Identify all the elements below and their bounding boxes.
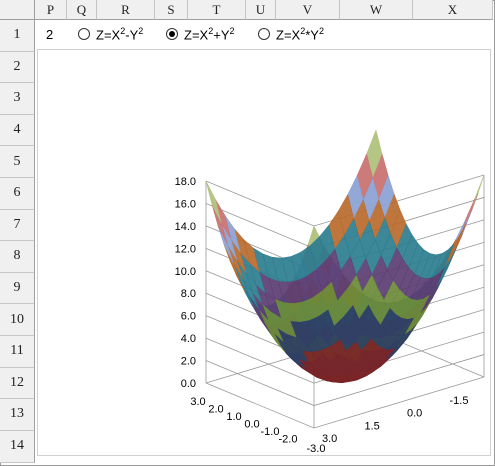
- y-tick-label: 0.0: [407, 408, 422, 420]
- z-tick-label: 0.0: [181, 378, 196, 390]
- row-header-10[interactable]: 10: [0, 304, 35, 336]
- y-tick-label: -1.5: [450, 395, 469, 407]
- option-x2-plus-y2[interactable]: Z=X2+Y2: [166, 26, 235, 42]
- option-label: Z=X2*Y2: [276, 26, 324, 43]
- y-tick-label: 3.0: [322, 433, 337, 445]
- option-label: Z=X2+Y2: [184, 26, 235, 43]
- surface-chart-svg: 0.02.04.06.08.010.012.014.016.018.03.02.…: [175, 129, 495, 455]
- option-x2-minus-y2[interactable]: Z=X2-Y2: [78, 26, 143, 42]
- z-tick-label: 8.0: [181, 288, 196, 300]
- row-header-14[interactable]: 14: [0, 430, 35, 463]
- column-header-q[interactable]: Q: [67, 0, 97, 20]
- x-tick-label: 2.0: [208, 404, 223, 416]
- x-tick-label: 1.0: [226, 411, 241, 423]
- surface-patch: [205, 180, 222, 224]
- column-header-s[interactable]: S: [155, 0, 188, 20]
- cell-p2-value[interactable]: 2: [46, 27, 53, 42]
- x-tick-label: 0.0: [244, 419, 259, 431]
- radio-button[interactable]: [258, 28, 270, 41]
- row-header-5[interactable]: 5: [0, 146, 35, 178]
- row-header-13[interactable]: 13: [0, 399, 35, 431]
- x-tick-label: -1.0: [261, 426, 280, 438]
- z-tick-label: 14.0: [175, 221, 196, 233]
- surface-chart[interactable]: 0.0 2.0 4.0 6.0 8.0 10.0 12.0 14.0 16.0 18.0 3.0 2.…: [37, 49, 495, 456]
- z-tick-label: 2.0: [181, 356, 196, 368]
- row-header-3[interactable]: 3: [0, 83, 35, 115]
- select-all-corner[interactable]: [0, 0, 35, 20]
- y-tick-label: 1.5: [365, 420, 380, 432]
- radio-button[interactable]: [78, 28, 90, 41]
- column-header-w[interactable]: W: [340, 0, 413, 20]
- row-header-1[interactable]: 1: [0, 20, 35, 52]
- z-tick-label: 6.0: [181, 311, 196, 323]
- column-header-v[interactable]: V: [276, 0, 340, 20]
- row-header-6[interactable]: 6: [0, 178, 35, 210]
- z-tick-label: 18.0: [175, 176, 196, 188]
- z-tick-label: 10.0: [175, 266, 196, 278]
- row-header-11[interactable]: 11: [0, 336, 35, 368]
- row-header-2[interactable]: 2: [0, 51, 35, 84]
- option-label: Z=X2-Y2: [96, 26, 144, 43]
- column-header-r[interactable]: R: [97, 0, 155, 20]
- row-header-8[interactable]: 8: [0, 241, 35, 273]
- z-tick-label: 4.0: [181, 333, 196, 345]
- option-x2-times-y2[interactable]: Z=X2*Y2: [258, 26, 324, 42]
- row-header-9[interactable]: 9: [0, 272, 35, 305]
- row-header-12[interactable]: 12: [0, 367, 35, 400]
- column-header-u[interactable]: U: [246, 0, 276, 20]
- z-tick-label: 12.0: [175, 243, 196, 255]
- column-header-p[interactable]: P: [35, 0, 67, 20]
- radio-button-selected[interactable]: [166, 28, 178, 41]
- row-header-4[interactable]: 4: [0, 114, 35, 147]
- column-header-t[interactable]: T: [188, 0, 246, 20]
- z-tick-label: 16.0: [175, 198, 196, 210]
- x-tick-label: -2.0: [279, 434, 298, 446]
- column-header-x[interactable]: X: [413, 0, 493, 20]
- row-header-7[interactable]: 7: [0, 209, 35, 242]
- x-tick-label: 3.0: [190, 396, 205, 408]
